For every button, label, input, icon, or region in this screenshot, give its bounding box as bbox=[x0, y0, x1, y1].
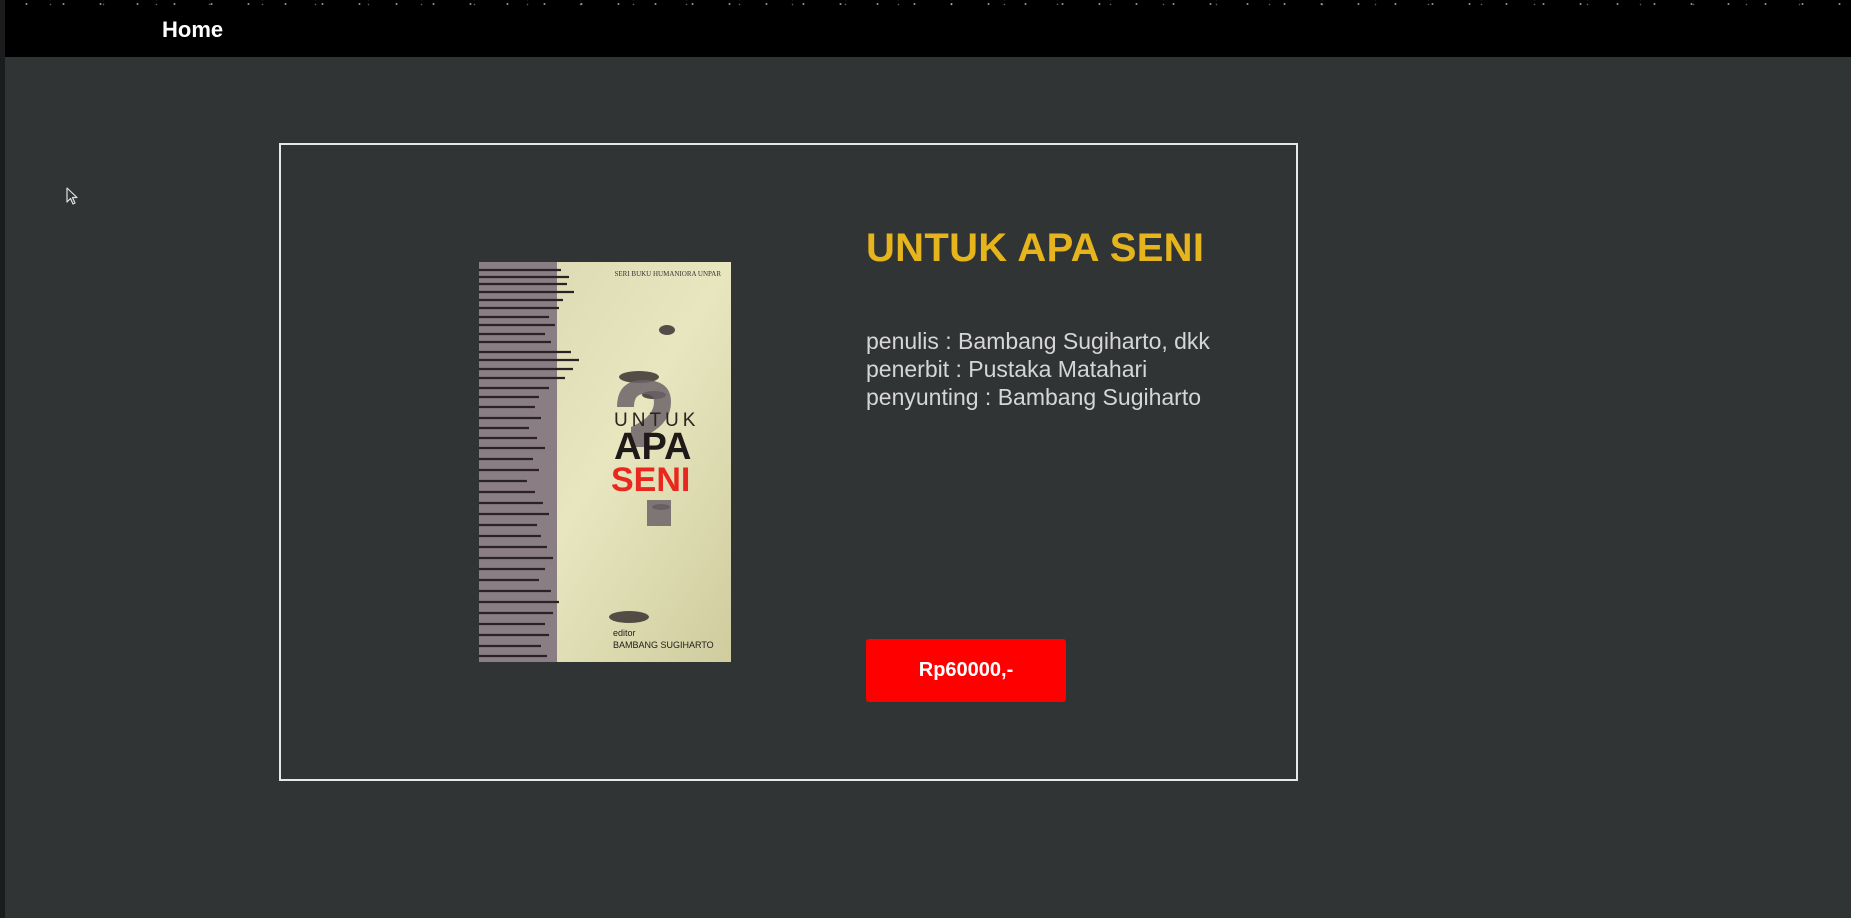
mouse-pointer-icon bbox=[66, 187, 78, 205]
book-title: UNTUK APA SENI bbox=[866, 226, 1205, 270]
cover-editor-name: BAMBANG SUGIHARTO bbox=[613, 640, 714, 650]
book-meta: penulis : Bambang Sugiharto, dkk penerbi… bbox=[866, 327, 1210, 411]
book-cover-image[interactable]: SERI BUKU HUMANIORA UNPAR UNTUK APA SENI… bbox=[479, 262, 731, 662]
top-navbar: Home bbox=[5, 0, 1851, 57]
nav-home-link[interactable]: Home bbox=[162, 17, 223, 43]
book-author: penulis : Bambang Sugiharto, dkk bbox=[866, 328, 1210, 354]
cover-series-text: SERI BUKU HUMANIORA UNPAR bbox=[614, 270, 721, 278]
book-editor: penyunting : Bambang Sugiharto bbox=[866, 384, 1202, 410]
cover-title-line3: SENI bbox=[611, 461, 690, 499]
cover-editor-label: editor bbox=[613, 628, 636, 638]
window-left-edge bbox=[0, 0, 5, 918]
navbar-starfield-decoration bbox=[5, 0, 1851, 6]
price-button[interactable]: Rp60000,- bbox=[866, 639, 1066, 702]
book-publisher: penerbit : Pustaka Matahari bbox=[866, 356, 1148, 382]
